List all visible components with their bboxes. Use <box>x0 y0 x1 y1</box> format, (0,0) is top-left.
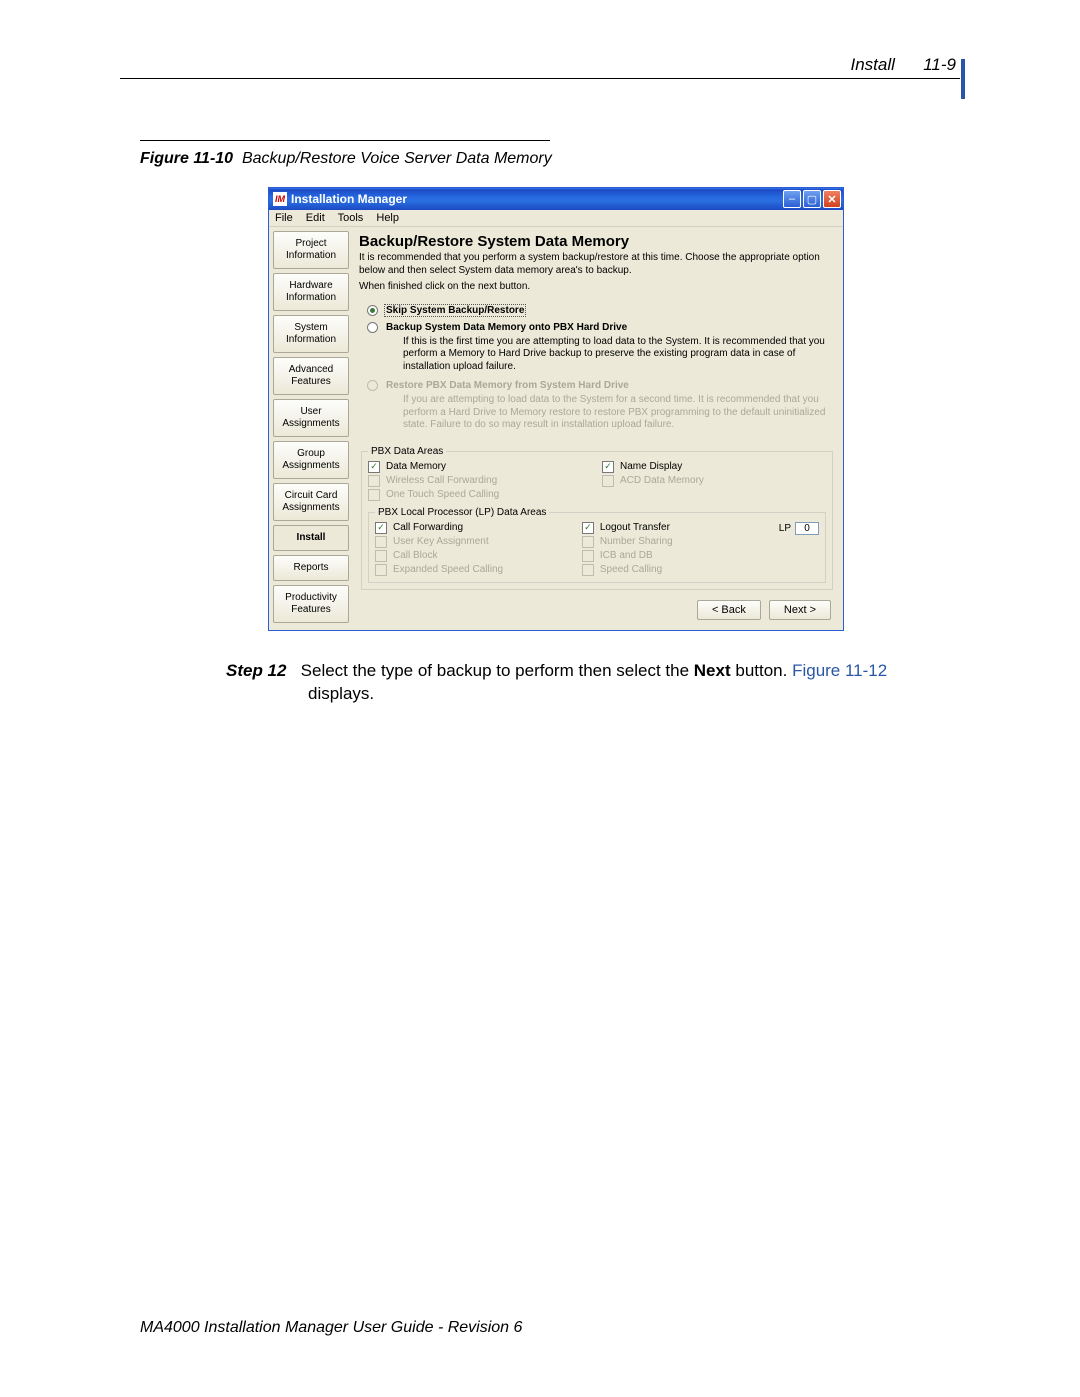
pbx-data-areas-group: PBX Data Areas Data Memory Name Display … <box>361 446 833 590</box>
check-icb-and-db: ICB and DB <box>582 550 779 562</box>
sidebar-user-assignments[interactable]: User Assignments <box>273 399 349 437</box>
maximize-button[interactable]: ▢ <box>803 190 821 208</box>
step-instruction: Step 12 Select the type of backup to per… <box>226 660 926 706</box>
lp-input[interactable]: 0 <box>795 522 819 535</box>
app-icon: IM <box>273 192 287 206</box>
radio-sub-backup: If this is the first time you are attemp… <box>403 336 833 374</box>
sidebar-hardware-information[interactable]: Hardware Information <box>273 273 349 311</box>
radio-label: Restore PBX Data Memory from System Hard… <box>384 379 631 392</box>
checkbox-icon <box>602 475 614 487</box>
sidebar-system-information[interactable]: System Information <box>273 315 349 353</box>
checkbox-icon <box>582 564 594 576</box>
header-section: Install <box>850 55 894 74</box>
panel-desc-1: It is recommended that you perform a sys… <box>359 252 835 277</box>
sidebar-group-assignments[interactable]: Group Assignments <box>273 441 349 479</box>
panel-desc-2: When finished click on the next button. <box>359 281 835 294</box>
step-text-1: Select the type of backup to perform the… <box>301 661 694 680</box>
check-logout-transfer[interactable]: Logout Transfer <box>582 522 779 534</box>
checkbox-icon <box>375 564 387 576</box>
installation-manager-window: IM Installation Manager – ▢ ✕ File Edit … <box>268 187 844 631</box>
radio-icon <box>367 380 378 391</box>
step-text-bold: Next <box>694 661 731 680</box>
checkbox-icon <box>582 536 594 548</box>
check-user-key-assignment: User Key Assignment <box>375 536 572 548</box>
checkbox-icon <box>368 489 380 501</box>
menu-bar: File Edit Tools Help <box>269 210 843 227</box>
checkbox-icon <box>582 550 594 562</box>
check-data-memory[interactable]: Data Memory <box>368 461 592 473</box>
check-number-sharing: Number Sharing <box>582 536 779 548</box>
step-text-2: button. <box>731 661 792 680</box>
lp-legend: PBX Local Processor (LP) Data Areas <box>375 507 549 518</box>
radio-icon <box>367 322 378 333</box>
check-call-block: Call Block <box>375 550 572 562</box>
radio-restore-from-hard-drive: Restore PBX Data Memory from System Hard… <box>367 379 833 392</box>
check-call-forwarding[interactable]: Call Forwarding <box>375 522 572 534</box>
radio-icon <box>367 305 378 316</box>
figure-title: Backup/Restore Voice Server Data Memory <box>242 150 552 167</box>
radio-backup-to-hard-drive[interactable]: Backup System Data Memory onto PBX Hard … <box>367 321 833 334</box>
menu-edit[interactable]: Edit <box>306 212 325 224</box>
step-label: Step 12 <box>226 661 286 680</box>
checkbox-icon <box>375 522 387 534</box>
sidebar-circuit-card-assignments[interactable]: Circuit Card Assignments <box>273 483 349 521</box>
main-panel: Backup/Restore System Data Memory It is … <box>355 231 839 626</box>
sidebar-reports[interactable]: Reports <box>273 555 349 581</box>
radio-skip-backup[interactable]: Skip System Backup/Restore <box>367 304 833 317</box>
menu-tools[interactable]: Tools <box>338 212 364 224</box>
menu-file[interactable]: File <box>275 212 293 224</box>
menu-help[interactable]: Help <box>376 212 399 224</box>
sidebar-install[interactable]: Install <box>273 525 349 551</box>
sidebar: Project Information Hardware Information… <box>273 231 349 626</box>
figure-label: Figure 11-10 <box>140 150 233 167</box>
radio-label: Skip System Backup/Restore <box>384 304 526 317</box>
next-button[interactable]: Next > <box>769 600 831 620</box>
pbx-legend: PBX Data Areas <box>368 446 446 457</box>
check-expanded-speed-calling: Expanded Speed Calling <box>375 564 572 576</box>
panel-title: Backup/Restore System Data Memory <box>359 233 835 250</box>
lp-field: LP 0 <box>779 522 819 535</box>
page-header: Install 11-9 <box>120 78 960 99</box>
page-footer: MA4000 Installation Manager User Guide -… <box>140 1319 522 1337</box>
header-accent-bar <box>961 59 965 99</box>
close-button[interactable]: ✕ <box>823 190 841 208</box>
header-page: 11-9 <box>923 55 956 74</box>
check-wireless-call-forwarding: Wireless Call Forwarding <box>368 475 592 487</box>
checkbox-icon <box>375 536 387 548</box>
radio-label: Backup System Data Memory onto PBX Hard … <box>384 321 629 334</box>
check-acd-data-memory: ACD Data Memory <box>602 475 826 487</box>
step-text-3: displays. <box>308 684 374 703</box>
window-titlebar: IM Installation Manager – ▢ ✕ <box>269 188 843 210</box>
checkbox-icon <box>582 522 594 534</box>
check-speed-calling: Speed Calling <box>582 564 779 576</box>
lp-label: LP <box>779 523 791 534</box>
check-one-touch-speed-calling: One Touch Speed Calling <box>368 489 592 501</box>
check-name-display[interactable]: Name Display <box>602 461 826 473</box>
sidebar-productivity-features[interactable]: Productivity Features <box>273 585 349 623</box>
figure-divider <box>140 140 550 141</box>
window-title: Installation Manager <box>291 192 783 206</box>
checkbox-icon <box>368 461 380 473</box>
checkbox-icon <box>602 461 614 473</box>
back-button[interactable]: < Back <box>697 600 761 620</box>
radio-sub-restore: If you are attempting to load data to th… <box>403 394 833 432</box>
figure-caption: Figure 11-10 Backup/Restore Voice Server… <box>140 150 552 168</box>
checkbox-icon <box>368 475 380 487</box>
minimize-button[interactable]: – <box>783 190 801 208</box>
checkbox-icon <box>375 550 387 562</box>
lp-data-areas-group: PBX Local Processor (LP) Data Areas LP 0… <box>368 507 826 583</box>
sidebar-advanced-features[interactable]: Advanced Features <box>273 357 349 395</box>
step-figure-ref[interactable]: Figure 11-12 <box>792 661 887 680</box>
sidebar-project-information[interactable]: Project Information <box>273 231 349 269</box>
